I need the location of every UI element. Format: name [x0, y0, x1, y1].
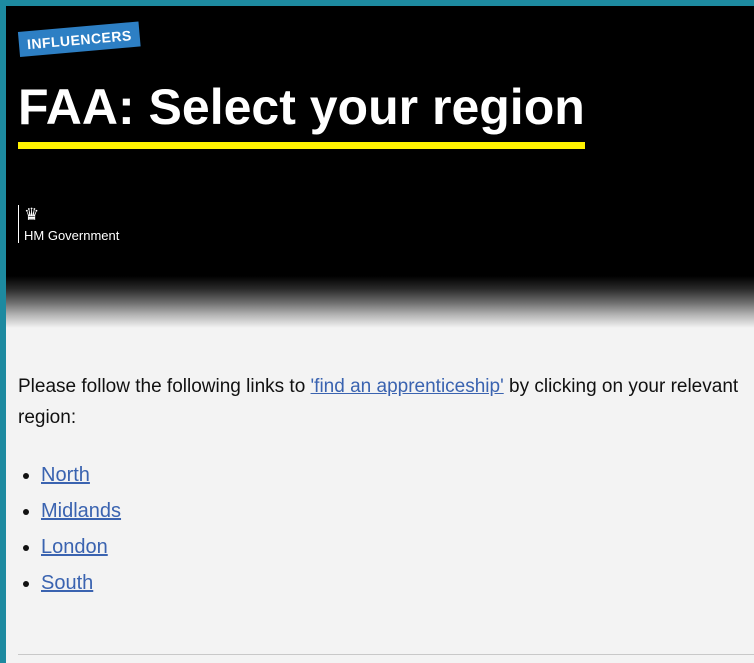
list-item: London — [41, 529, 742, 565]
org-name: HM Government — [24, 228, 120, 243]
find-an-apprenticeship-link[interactable]: 'find an apprenticeship' — [311, 376, 504, 397]
region-link-north[interactable]: North — [41, 464, 90, 486]
content-divider — [18, 654, 754, 655]
intro-text-before: Please follow the following links to — [18, 376, 311, 397]
intro-paragraph: Please follow the following links to 'fi… — [18, 371, 742, 433]
list-item: South — [41, 565, 742, 601]
region-link-midlands[interactable]: Midlands — [41, 500, 121, 522]
region-list: North Midlands London South — [18, 457, 742, 601]
category-badge: INFLUENCERS — [17, 21, 141, 57]
hm-government-logo: ♛ HM Government — [18, 205, 119, 243]
region-link-london[interactable]: London — [41, 536, 108, 558]
list-item: Midlands — [41, 493, 742, 529]
page-title: FAA: Select your region — [18, 72, 585, 149]
main-content: Please follow the following links to 'fi… — [6, 328, 754, 601]
royal-crest-icon: ♛ — [24, 205, 40, 224]
region-link-south[interactable]: South — [41, 572, 93, 594]
header-fade — [6, 276, 754, 328]
page-frame: INFLUENCERS FAA: Select your region ♛ HM… — [6, 6, 754, 663]
list-item: North — [41, 457, 742, 493]
page-header: INFLUENCERS FAA: Select your region ♛ HM… — [6, 6, 754, 276]
